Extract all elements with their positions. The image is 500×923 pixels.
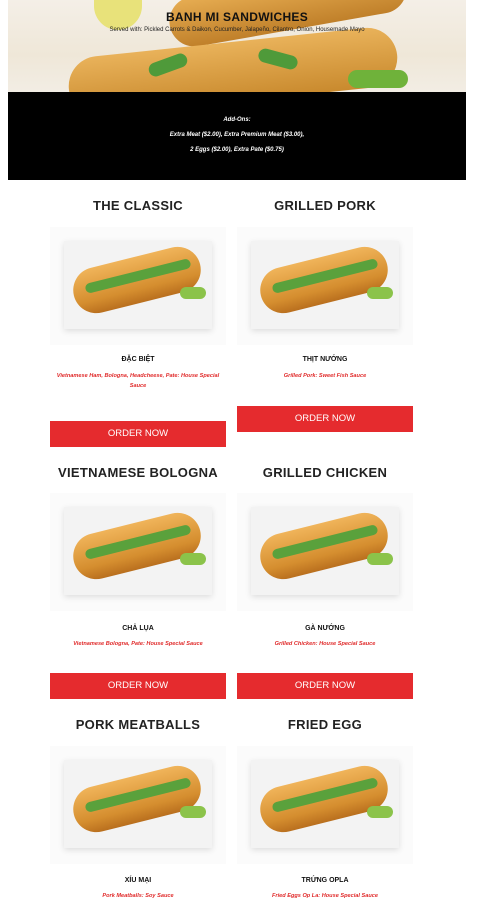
item-description: Pork Meatballs: Soy Sauce: [102, 893, 174, 899]
item-vietnamese-name: ĐẶC BIỆT: [121, 356, 155, 363]
item-description: Grilled Pork: Sweet Fish Sauce: [283, 373, 367, 379]
item-photo: [50, 746, 226, 864]
order-now-button[interactable]: ORDER NOW: [237, 673, 413, 699]
addons-panel: Add-Ons: Extra Meat ($2.00), Extra Premi…: [8, 92, 466, 180]
item-title: THE CLASSIC: [93, 198, 183, 213]
item-vietnamese-name: TRỨNG OPLA: [301, 877, 349, 884]
jalapeno-garnish: [348, 70, 408, 88]
hero-text: BANH MI SANDWICHES Served with: Pickled …: [8, 10, 466, 33]
order-now-button[interactable]: ORDER NOW: [50, 673, 226, 699]
item-description: Grilled Chicken: House Special Sauce: [274, 641, 376, 647]
item-title: GRILLED PORK: [274, 198, 376, 213]
item-photo: [237, 493, 413, 611]
item-description: Fried Eggs Op La: House Special Sauce: [272, 893, 378, 899]
item-description: Vietnamese Bologna, Pate: House Special …: [73, 641, 203, 647]
addons-heading: Add-Ons:: [223, 117, 251, 123]
item-vietnamese-name: CHẢ LỤA: [122, 625, 154, 632]
item-title: FRIED EGG: [287, 717, 363, 732]
item-photo: [237, 227, 413, 345]
item-photo: [237, 746, 413, 864]
page-subtitle: Served with: Pickled Carrots & Daikon, C…: [109, 27, 365, 33]
order-now-button[interactable]: ORDER NOW: [50, 421, 226, 447]
item-photo: [50, 227, 226, 345]
addons-line: 2 Eggs ($2.00), Extra Pate ($0.75): [190, 147, 284, 153]
item-vietnamese-name: THỊT NƯỚNG: [302, 356, 348, 363]
item-title: VIETNAMESE BOLOGNA: [58, 465, 218, 480]
addons-line: Extra Meat ($2.00), Extra Premium Meat (…: [169, 132, 305, 138]
item-vietnamese-name: XÍU MẠI: [124, 877, 152, 884]
item-photo: [50, 493, 226, 611]
item-description: Vietnamese Ham, Bologna, Headcheese, Pat…: [56, 373, 220, 389]
item-title: GRILLED CHICKEN: [262, 465, 388, 480]
item-vietnamese-name: GÀ NƯỚNG: [305, 625, 345, 632]
order-now-button[interactable]: ORDER NOW: [237, 406, 413, 432]
item-title: PORK MEATBALLS: [75, 717, 201, 732]
page-title: BANH MI SANDWICHES: [165, 10, 309, 24]
